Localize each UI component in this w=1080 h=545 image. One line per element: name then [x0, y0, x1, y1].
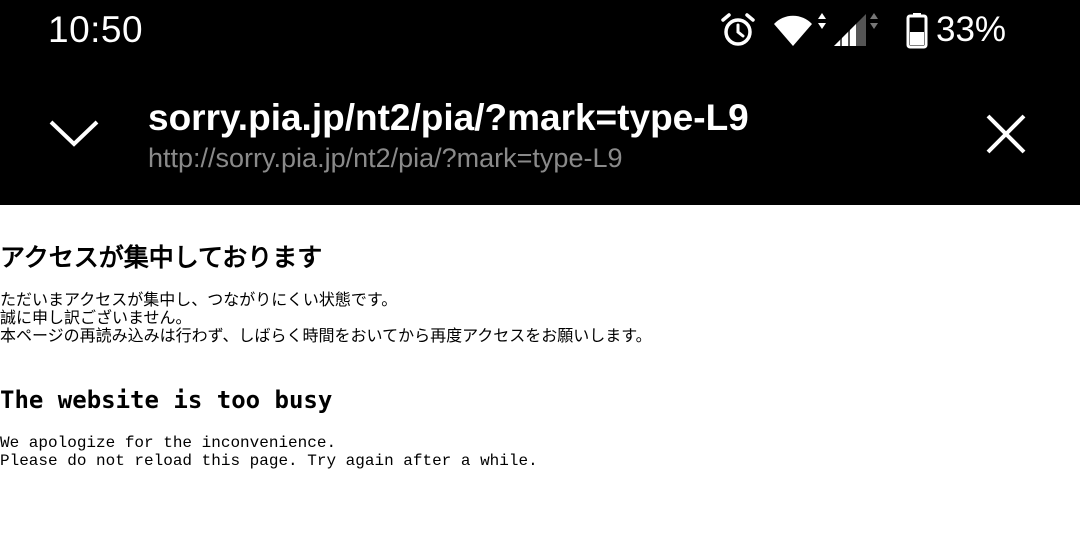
en-message-line: We apologize for the inconvenience. — [0, 434, 337, 452]
page-content: アクセスが集中しております ただいまアクセスが集中し、つながりにくい状態です。 … — [0, 205, 1080, 545]
page-title: sorry.pia.jp/nt2/pia/?mark=type-L9 — [148, 97, 749, 138]
jp-heading: アクセスが集中しております — [0, 243, 323, 272]
page-url[interactable]: http://sorry.pia.jp/nt2/pia/?mark=type-L… — [148, 142, 623, 174]
close-icon — [982, 114, 1030, 162]
collapse-button[interactable] — [46, 110, 102, 156]
wifi-icon — [772, 10, 828, 50]
en-heading: The website is too busy — [0, 386, 333, 414]
en-message-line: Please do not reload this page. Try agai… — [0, 452, 538, 470]
close-button[interactable] — [982, 110, 1030, 158]
jp-message-line: 誠に申し訳ございません。 — [0, 308, 192, 327]
status-icons: 33% — [718, 10, 1006, 50]
status-clock: 10:50 — [48, 9, 144, 50]
chevron-down-icon — [46, 120, 102, 160]
alarm-icon — [718, 10, 758, 50]
status-bar: 10:50 33% — [0, 0, 1080, 60]
jp-message: ただいまアクセスが集中し、つながりにくい状態です。 誠に申し訳ございません。 本… — [0, 291, 652, 345]
battery-icon — [906, 10, 928, 50]
battery-percent: 33% — [936, 10, 1007, 49]
custom-tab-toolbar: sorry.pia.jp/nt2/pia/?mark=type-L9 http:… — [0, 60, 1080, 205]
cell-signal-icon — [830, 10, 882, 50]
jp-message-line: 本ページの再読み込みは行わず、しばらく時間をおいてから再度アクセスをお願いします… — [0, 326, 652, 345]
jp-message-line: ただいまアクセスが集中し、つながりにくい状態です。 — [0, 290, 398, 309]
en-message: We apologize for the inconvenience. Plea… — [0, 434, 538, 470]
